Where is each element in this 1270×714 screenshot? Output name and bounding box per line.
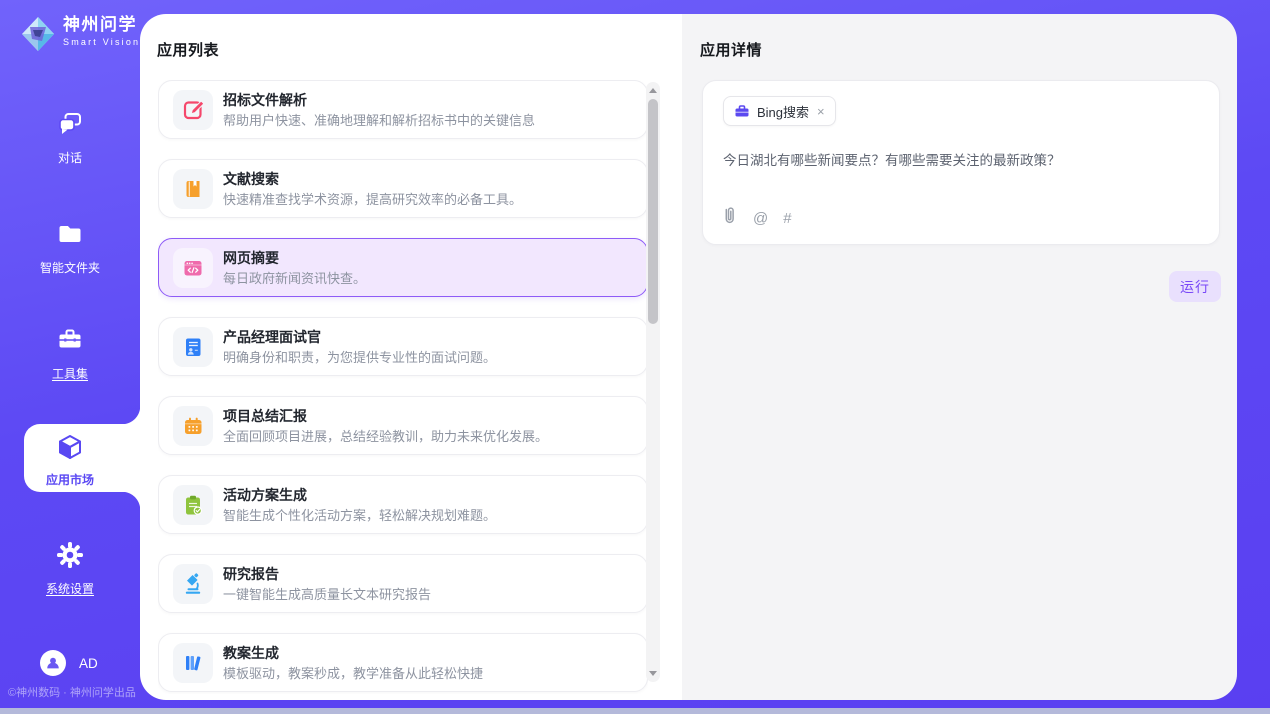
prompt-input[interactable]: 今日湖北有哪些新闻要点？有哪些需要关注的最新政策？	[723, 151, 1199, 170]
app-card[interactable]: 产品经理面试官 明确身份和职责，为您提供专业性的面试问题。	[158, 317, 648, 376]
app-card-desc: 每日政府新闻资讯快查。	[223, 270, 366, 287]
chip-close-button[interactable]: ×	[817, 104, 825, 119]
sidebar-item-label: 工具集	[52, 365, 88, 382]
sidebar-item-settings[interactable]: 系统设置	[0, 541, 140, 597]
sidebar-item-label: 应用市场	[46, 471, 94, 488]
app-card-title: 招标文件解析	[223, 91, 535, 109]
app-icon-tile	[173, 485, 213, 525]
app-detail-title: 应用详情	[700, 39, 762, 60]
app-icon-tile	[173, 169, 213, 209]
app-icon-tile	[173, 643, 213, 683]
app-icon-tile	[173, 248, 213, 288]
app-card-selected[interactable]: 网页摘要 每日政府新闻资讯快查。	[158, 238, 648, 297]
paperclip-icon	[720, 206, 738, 226]
resume-icon	[181, 335, 205, 359]
app-card[interactable]: 招标文件解析 帮助用户快速、准确地理解和解析招标书中的关键信息	[158, 80, 648, 139]
browser-code-icon	[181, 256, 205, 280]
main-container: 应用列表 招标文件解析 帮助用户快速、准确地理解和解析招标书中的关键信息	[140, 14, 1237, 700]
app-list-panel: 应用列表 招标文件解析 帮助用户快速、准确地理解和解析招标书中的关键信息	[140, 14, 682, 700]
topic-button[interactable]: #	[783, 210, 791, 228]
brand-title: 神州问学	[63, 15, 140, 35]
calendar-icon	[181, 414, 205, 438]
scrollbar-up-button[interactable]	[649, 88, 657, 93]
attach-button[interactable]	[720, 206, 738, 231]
user-row[interactable]: AD	[40, 650, 98, 676]
copyright: ©神州数码 · 神州问学出品	[8, 684, 136, 700]
app-icon-tile	[173, 564, 213, 604]
books-icon	[181, 651, 205, 675]
app-icon-tile	[173, 90, 213, 130]
app-card-desc: 快速精准查找学术资源，提高研究效率的必备工具。	[223, 191, 522, 208]
app-card-title: 活动方案生成	[223, 486, 496, 504]
app-card[interactable]: 教案生成 模板驱动，教案秒成，教学准备从此轻松快捷	[158, 633, 648, 692]
gear-icon	[56, 541, 84, 574]
book-icon	[181, 177, 205, 201]
scrollbar-down-button[interactable]	[649, 671, 657, 676]
toolbox-icon	[56, 326, 84, 359]
briefcase-icon	[734, 103, 750, 119]
scrollbar-thumb[interactable]	[648, 99, 658, 324]
app-card-title: 文献搜索	[223, 170, 522, 188]
run-button[interactable]: 运行	[1169, 271, 1221, 302]
app-card-desc: 明确身份和职责，为您提供专业性的面试问题。	[223, 349, 496, 366]
avatar[interactable]	[40, 650, 66, 676]
mention-button[interactable]: @	[753, 210, 768, 228]
app-list: 招标文件解析 帮助用户快速、准确地理解和解析招标书中的关键信息 文献搜索 快速精…	[158, 80, 648, 694]
app-card[interactable]: 研究报告 一键智能生成高质量长文本研究报告	[158, 554, 648, 613]
tool-chip-label: Bing搜索	[757, 102, 809, 121]
sidebar-item-label: 系统设置	[46, 580, 94, 597]
logo: 神州问学 Smart Vision	[20, 15, 140, 58]
document-edit-icon	[181, 98, 205, 122]
app-card-title: 网页摘要	[223, 249, 366, 267]
app-list-title: 应用列表	[157, 39, 219, 60]
sidebar-item-folders[interactable]: 智能文件夹	[0, 220, 140, 276]
sidebar-item-tools[interactable]: 工具集	[0, 326, 140, 382]
app-card-title: 教案生成	[223, 644, 483, 662]
chat-icon	[56, 110, 84, 143]
list-scrollbar[interactable]	[646, 82, 660, 682]
app-card-desc: 全面回顾项目进展，总结经验教训，助力未来优化发展。	[223, 428, 548, 445]
user-name: AD	[79, 656, 98, 671]
sidebar-item-chat[interactable]: 对话	[0, 110, 140, 166]
microscope-icon	[181, 572, 205, 596]
app-icon-tile	[173, 327, 213, 367]
app-window: { "brand": { "title": "神州问学", "subtitle"…	[0, 0, 1270, 714]
sidebar-item-market[interactable]: 应用市场	[0, 432, 140, 488]
app-card[interactable]: 文献搜索 快速精准查找学术资源，提高研究效率的必备工具。	[158, 159, 648, 218]
app-card[interactable]: 活动方案生成 智能生成个性化活动方案，轻松解决规划难题。	[158, 475, 648, 534]
app-icon-tile	[173, 406, 213, 446]
app-card-desc: 智能生成个性化活动方案，轻松解决规划难题。	[223, 507, 496, 524]
app-card[interactable]: 项目总结汇报 全面回顾项目进展，总结经验教训，助力未来优化发展。	[158, 396, 648, 455]
app-card-title: 产品经理面试官	[223, 328, 496, 346]
app-card-desc: 一键智能生成高质量长文本研究报告	[223, 586, 431, 603]
cube-icon	[55, 432, 85, 467]
brand-subtitle: Smart Vision	[63, 37, 140, 47]
prompt-toolbar: @ #	[720, 206, 792, 231]
clipboard-check-icon	[181, 493, 205, 517]
app-card-desc: 模板驱动，教案秒成，教学准备从此轻松快捷	[223, 665, 483, 682]
prompt-card: Bing搜索 × 今日湖北有哪些新闻要点？有哪些需要关注的最新政策？ @ #	[702, 80, 1220, 245]
tool-chip[interactable]: Bing搜索 ×	[723, 96, 836, 126]
window-bottom-edge	[0, 708, 1270, 714]
logo-diamond-icon	[20, 15, 56, 58]
user-icon	[43, 653, 63, 673]
sidebar-item-label: 对话	[58, 149, 82, 166]
folder-icon	[56, 220, 84, 253]
app-card-title: 项目总结汇报	[223, 407, 548, 425]
app-detail-panel: 应用详情 Bing搜索 × 今日湖北有哪些新闻要点？有哪些需要关注的最新政策？	[682, 14, 1237, 700]
sidebar-item-label: 智能文件夹	[40, 259, 100, 276]
app-card-title: 研究报告	[223, 565, 431, 583]
app-card-desc: 帮助用户快速、准确地理解和解析招标书中的关键信息	[223, 112, 535, 129]
